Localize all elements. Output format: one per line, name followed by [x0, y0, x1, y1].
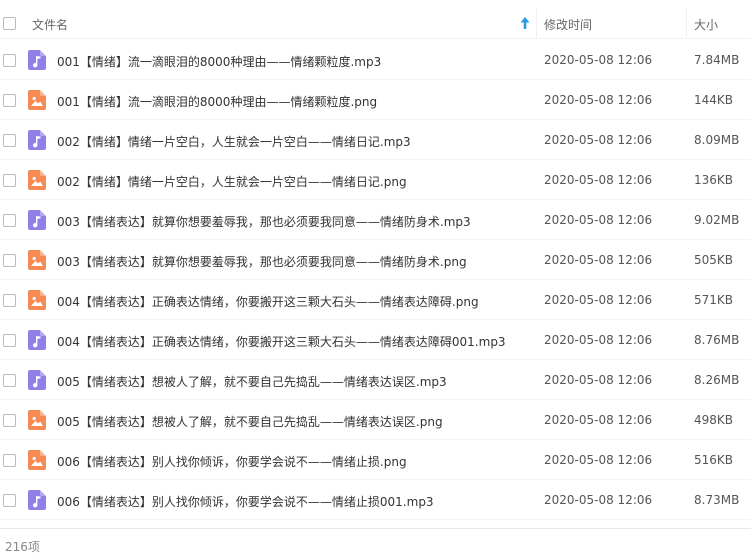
status-bar: 216项 — [0, 528, 751, 558]
file-mtime: 2020-05-08 12:06 — [544, 493, 653, 507]
file-name[interactable]: 002【情绪】情绪一片空白，人生就会一片空白——情绪日记.png — [57, 173, 407, 190]
file-mtime: 2020-05-08 12:06 — [544, 333, 653, 347]
file-mtime: 2020-05-08 12:06 — [544, 373, 653, 387]
image-file-icon — [28, 170, 46, 190]
file-size: 498KB — [694, 413, 734, 427]
file-list-header: 文件名 修改时间 大小 — [0, 9, 751, 39]
file-row[interactable]: 006【情绪表达】别人找你倾诉，你要学会说不——情绪止损001.mp3 2020-… — [0, 480, 751, 520]
file-size: 8.09MB — [694, 133, 740, 147]
column-divider[interactable] — [686, 9, 687, 38]
file-name[interactable]: 004【情绪表达】正确表达情绪，你要搬开这三颗大石头——情绪表达障碍.png — [57, 293, 479, 310]
column-header-size[interactable]: 大小 — [694, 16, 718, 33]
file-name[interactable]: 003【情绪表达】就算你想要羞辱我，那也必须要我同意——情绪防身术.mp3 — [57, 213, 471, 230]
row-checkbox[interactable] — [3, 454, 16, 467]
file-row[interactable]: 001【情绪】流一滴眼泪的8000种理由——情绪颗粒度.png 2020-05-0… — [0, 80, 751, 120]
file-name[interactable]: 001【情绪】流一滴眼泪的8000种理由——情绪颗粒度.mp3 — [57, 53, 381, 70]
audio-file-icon — [28, 210, 46, 230]
file-size: 8.26MB — [694, 373, 740, 387]
file-mtime: 2020-05-08 12:06 — [544, 253, 653, 267]
image-file-icon — [28, 290, 46, 310]
file-name[interactable]: 003【情绪表达】就算你想要羞辱我，那也必须要我同意——情绪防身术.png — [57, 253, 467, 270]
file-mtime: 2020-05-08 12:06 — [544, 293, 653, 307]
file-row[interactable]: 004【情绪表达】正确表达情绪，你要搬开这三颗大石头——情绪表达障碍.png 20… — [0, 280, 751, 320]
audio-file-icon — [28, 330, 46, 350]
file-mtime: 2020-05-08 12:06 — [544, 53, 653, 67]
file-name[interactable]: 001【情绪】流一滴眼泪的8000种理由——情绪颗粒度.png — [57, 93, 377, 110]
row-checkbox[interactable] — [3, 54, 16, 67]
file-name[interactable]: 005【情绪表达】想被人了解，就不要自己先捣乱——情绪表达误区.png — [57, 413, 443, 430]
file-row[interactable]: 005【情绪表达】想被人了解，就不要自己先捣乱——情绪表达误区.png 2020-… — [0, 400, 751, 440]
file-row[interactable]: 005【情绪表达】想被人了解，就不要自己先捣乱——情绪表达误区.mp3 2020-… — [0, 360, 751, 400]
file-row[interactable]: 006【情绪表达】别人找你倾诉，你要学会说不——情绪止损.png 2020-05-… — [0, 440, 751, 480]
file-mtime: 2020-05-08 12:06 — [544, 413, 653, 427]
row-checkbox[interactable] — [3, 374, 16, 387]
file-size: 571KB — [694, 293, 734, 307]
file-list: 001【情绪】流一滴眼泪的8000种理由——情绪颗粒度.mp3 2020-05-0… — [0, 40, 751, 520]
column-divider[interactable] — [536, 9, 537, 38]
column-header-mtime[interactable]: 修改时间 — [544, 16, 592, 33]
file-row[interactable]: 002【情绪】情绪一片空白，人生就会一片空白——情绪日记.mp3 2020-05-… — [0, 120, 751, 160]
row-checkbox[interactable] — [3, 254, 16, 267]
file-size: 505KB — [694, 253, 734, 267]
file-size: 8.76MB — [694, 333, 740, 347]
row-checkbox[interactable] — [3, 94, 16, 107]
file-mtime: 2020-05-08 12:06 — [544, 133, 653, 147]
file-name[interactable]: 005【情绪表达】想被人了解，就不要自己先捣乱——情绪表达误区.mp3 — [57, 373, 447, 390]
audio-file-icon — [28, 370, 46, 390]
file-mtime: 2020-05-08 12:06 — [544, 173, 653, 187]
row-checkbox[interactable] — [3, 174, 16, 187]
file-size: 144KB — [694, 93, 734, 107]
image-file-icon — [28, 90, 46, 110]
file-size: 8.73MB — [694, 493, 740, 507]
column-header-name[interactable]: 文件名 — [32, 16, 68, 33]
file-row[interactable]: 004【情绪表达】正确表达情绪，你要搬开这三颗大石头——情绪表达障碍001.mp… — [0, 320, 751, 360]
file-row[interactable]: 002【情绪】情绪一片空白，人生就会一片空白——情绪日记.png 2020-05-… — [0, 160, 751, 200]
file-mtime: 2020-05-08 12:06 — [544, 453, 653, 467]
file-row[interactable]: 001【情绪】流一滴眼泪的8000种理由——情绪颗粒度.mp3 2020-05-0… — [0, 40, 751, 80]
file-size: 7.84MB — [694, 53, 740, 67]
file-size: 516KB — [694, 453, 734, 467]
image-file-icon — [28, 410, 46, 430]
file-row[interactable]: 003【情绪表达】就算你想要羞辱我，那也必须要我同意——情绪防身术.png 202… — [0, 240, 751, 280]
row-checkbox[interactable] — [3, 134, 16, 147]
file-name[interactable]: 002【情绪】情绪一片空白，人生就会一片空白——情绪日记.mp3 — [57, 133, 411, 150]
file-mtime: 2020-05-08 12:06 — [544, 93, 653, 107]
audio-file-icon — [28, 50, 46, 70]
sort-ascending-icon[interactable] — [519, 16, 531, 30]
file-name[interactable]: 006【情绪表达】别人找你倾诉，你要学会说不——情绪止损001.mp3 — [57, 493, 434, 510]
file-name[interactable]: 006【情绪表达】别人找你倾诉，你要学会说不——情绪止损.png — [57, 453, 407, 470]
file-mtime: 2020-05-08 12:06 — [544, 213, 653, 227]
file-size: 136KB — [694, 173, 734, 187]
audio-file-icon — [28, 490, 46, 510]
row-checkbox[interactable] — [3, 294, 16, 307]
audio-file-icon — [28, 130, 46, 150]
file-row[interactable]: 003【情绪表达】就算你想要羞辱我，那也必须要我同意——情绪防身术.mp3 202… — [0, 200, 751, 240]
row-checkbox[interactable] — [3, 494, 16, 507]
item-count: 216项 — [5, 540, 40, 554]
row-checkbox[interactable] — [3, 334, 16, 347]
file-size: 9.02MB — [694, 213, 740, 227]
row-checkbox[interactable] — [3, 214, 16, 227]
row-checkbox[interactable] — [3, 414, 16, 427]
image-file-icon — [28, 450, 46, 470]
image-file-icon — [28, 250, 46, 270]
select-all-checkbox[interactable] — [3, 17, 16, 30]
file-name[interactable]: 004【情绪表达】正确表达情绪，你要搬开这三颗大石头——情绪表达障碍001.mp… — [57, 333, 506, 350]
